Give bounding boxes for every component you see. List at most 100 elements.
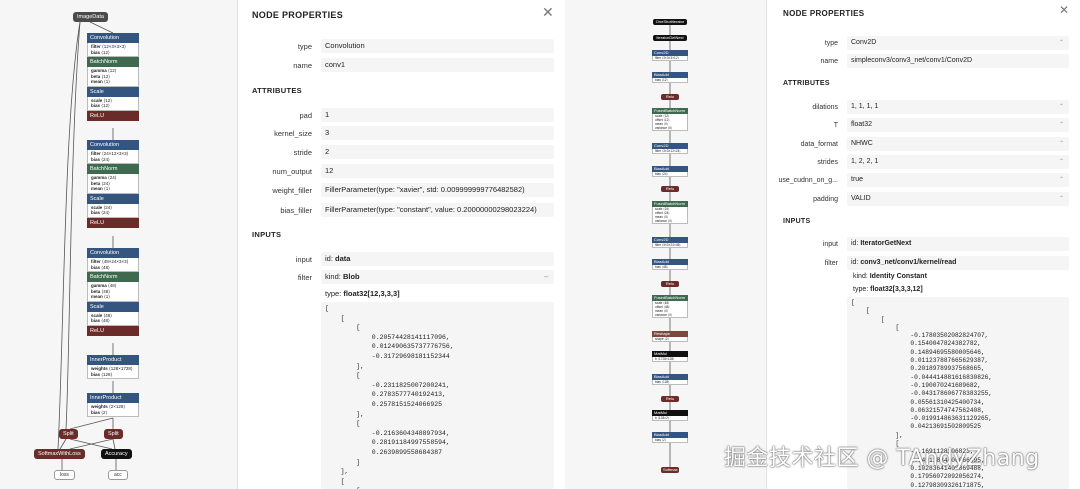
attribute-value[interactable]: 12 (321, 164, 554, 178)
attribute-row: weight_filler FillerParameter(type: "xavi… (238, 183, 554, 197)
node-attr: bias ⟨128⟩ (91, 371, 113, 377)
graph-node-biasadd[interactable]: BiasAdd bias ⟨128⟩ (652, 374, 688, 385)
graph-node-matmul[interactable]: MatMul b ⟨1728×128⟩ (652, 351, 688, 362)
attributes-section-title: ATTRIBUTES (783, 80, 830, 87)
right-graph-canvas[interactable]: OneShotIterator IteratorGetNext Conv2D filt… (566, 0, 766, 489)
watermark: 掘金技术社区 @ TAndyZhang (724, 446, 1040, 471)
node-attr: bias ⟨24⟩ (91, 156, 110, 162)
node-attr: filter ⟨3×3×3×12⟩ (655, 56, 679, 60)
graph-node-relu[interactable]: Relu (661, 396, 679, 402)
graph-node-conv2d[interactable]: Conv2D filter ⟨3×3×24×48⟩ (652, 237, 688, 248)
split-node[interactable]: Split (104, 429, 123, 439)
name-value[interactable]: simpleconv3/conv3_net/conv1/Conv2D (847, 54, 1069, 68)
graph-node-fusedbatchnorm[interactable]: FusedBatchNorm scale ⟨48⟩ offset ⟨48⟩ mean … (652, 295, 688, 318)
node-header: Relu (661, 186, 679, 192)
attribute-value[interactable]: VALID ⌃ (847, 192, 1069, 206)
type-value[interactable]: Convolution (321, 39, 554, 53)
graph-node-relu[interactable]: Relu (661, 94, 679, 100)
attribute-value[interactable]: FillerParameter(type: "xavier", std: 0.0… (321, 183, 554, 197)
attribute-key: T (833, 121, 838, 129)
close-icon[interactable]: ✕ (542, 4, 554, 21)
attribute-value[interactable]: 1, 2, 2, 1 ⌃ (847, 155, 1069, 169)
softmaxwithloss-node[interactable]: SoftmaxWithLoss (34, 449, 85, 459)
graph-node-softmax[interactable]: Softmax (661, 467, 679, 473)
filter-id[interactable]: id: conv3_net/conv1/kernel/read (847, 256, 1069, 270)
scale-node-header: Scale (87, 193, 139, 204)
graph-node-conv2d[interactable]: Conv2D filter ⟨3×3×12×24⟩ (652, 143, 688, 154)
scale-node-header: Scale (87, 301, 139, 312)
conv-block-node[interactable]: Convolution filter ⟨12×3×3×3⟩ bias ⟨12⟩ Bat… (87, 33, 139, 121)
node-attr: bias ⟨12⟩ (91, 103, 110, 108)
attribute-value[interactable]: 2 (321, 145, 554, 159)
edge (69, 417, 114, 430)
node-attr: bias ⟨48⟩ (91, 318, 110, 323)
conv-block-node[interactable]: Convolution filter ⟨24×12×3×3⟩ bias ⟨24⟩ Ba… (87, 140, 139, 228)
name-value[interactable]: conv1 (321, 58, 554, 72)
graph-node-reshape[interactable]: Reshape shape ⟨2⟩ (652, 331, 688, 342)
graph-node-biasadd[interactable]: BiasAdd bias ⟨48⟩ (652, 259, 688, 270)
attribute-value[interactable]: NHWC ⌃ (847, 137, 1069, 151)
attribute-key: weight_filler (272, 185, 312, 195)
node-body: filter ⟨3×3×24×48⟩ (652, 243, 688, 248)
node-body: bias ⟨2⟩ (652, 438, 688, 443)
graph-node-iteratorgetnext[interactable]: IteratorGetNext (653, 35, 687, 41)
filter-kind-prefix: kind: (853, 273, 870, 280)
node-attr: bias ⟨12⟩ (655, 78, 668, 82)
filter-id-value: conv3_net/conv1/kernel/read (860, 259, 957, 266)
attribute-value[interactable]: 3 (321, 126, 554, 140)
attribute-value[interactable]: float32 ⌃ (847, 118, 1069, 132)
graph-node-fusedbatchnorm[interactable]: FusedBatchNorm scale ⟨24⟩ offset ⟨24⟩ mean … (652, 201, 688, 224)
graph-node-relu[interactable]: Relu (661, 186, 679, 192)
node-attr-key: scale (91, 204, 103, 210)
scale-node-body: scale ⟨12⟩ bias ⟨12⟩ (87, 96, 139, 111)
attribute-row: dilations 1, 1, 1, 1 ⌃ (767, 100, 1069, 114)
attribute-value[interactable]: 1 (321, 108, 554, 122)
loss-output[interactable]: loss (54, 470, 75, 480)
node-attr-key: beta (91, 180, 101, 186)
graph-node-conv2d[interactable]: Conv2D filter ⟨3×3×3×12⟩ (652, 50, 688, 61)
type-value[interactable]: Conv2D ⌃ (847, 36, 1069, 50)
node-header: Relu (661, 94, 679, 100)
conv-block-node[interactable]: Convolution filter ⟨48×24×3×3⟩ bias ⟨48⟩ Ba… (87, 248, 139, 336)
graph-node-biasadd[interactable]: BiasAdd bias ⟨24⟩ (652, 166, 688, 177)
type-label: type (297, 41, 312, 51)
attribute-row: bias_filler FillerParameter(type: "consta… (238, 203, 554, 217)
node-imagedata[interactable]: ImageData (73, 12, 108, 22)
node-body: bias ⟨12⟩ (652, 78, 688, 83)
acc-output[interactable]: acc (108, 470, 128, 480)
accuracy-node[interactable]: Accuracy (101, 449, 132, 459)
graph-node-fusedbatchnorm[interactable]: FusedBatchNorm scale ⟨12⟩ offset ⟨12⟩ mean … (652, 108, 688, 131)
node-header: IteratorGetNext (653, 35, 687, 41)
split-node[interactable]: Split (59, 429, 78, 439)
attribute-row: kernel_size 3 (238, 126, 554, 140)
node-body: scale ⟨24⟩ offset ⟨24⟩ mean ⟨0⟩ variance ⟨0… (652, 207, 688, 224)
attribute-value[interactable]: true ⌃ (847, 173, 1069, 187)
attribute-value[interactable]: FillerParameter(type: "constant", value:… (321, 203, 554, 217)
batchnorm-node-header: BatchNorm (87, 272, 139, 282)
graph-node-relu[interactable]: Relu (661, 281, 679, 287)
graph-node-biasadd[interactable]: BiasAdd bias ⟨12⟩ (652, 72, 688, 83)
graph-node-oneshotiterator[interactable]: OneShotIterator (653, 19, 687, 25)
input-value[interactable]: id: IteratorGetNext (847, 237, 1069, 251)
innerproduct-header: InnerProduct (87, 393, 139, 403)
chevron-icon: ⌃ (1058, 159, 1064, 165)
node-body: b ⟨1728×128⟩ (652, 357, 688, 362)
input-label: input (822, 240, 838, 248)
filter-type: type: float32[3,3,3,12] (853, 286, 923, 293)
innerproduct-node[interactable]: InnerProduct weights ⟨2×128⟩ bias ⟨2⟩ (87, 393, 139, 417)
collapse-icon[interactable]: – (544, 272, 548, 281)
batchnorm-node-body: gamma ⟨12⟩ beta ⟨12⟩ mean ⟨1⟩ (87, 67, 139, 87)
node-attr-key: bias (91, 264, 101, 270)
graph-node-matmul[interactable]: MatMul b ⟨128×2⟩ (652, 410, 688, 421)
input-id-prefix: id: (851, 240, 861, 247)
innerproduct-node[interactable]: InnerProduct weights ⟨128×1728⟩ bias ⟨128⟩ (87, 355, 139, 379)
filter-kind: kind: Identity Constant (853, 273, 927, 280)
node-attr-key: beta (91, 73, 101, 79)
graph-node-biasadd[interactable]: BiasAdd bias ⟨2⟩ (652, 432, 688, 443)
filter-kind[interactable]: kind: Blob (321, 270, 554, 284)
left-graph-canvas[interactable]: ImageData Convolution filter ⟨12×3×3×3⟩ bia… (0, 0, 237, 489)
input-value[interactable]: id: data (321, 252, 554, 266)
attribute-value[interactable]: 1, 1, 1, 1 ⌃ (847, 100, 1069, 114)
close-icon[interactable]: ✕ (1059, 3, 1069, 17)
tensor-values: [ [ [ 0.20574428141117096, 0.01249063573… (321, 302, 554, 489)
